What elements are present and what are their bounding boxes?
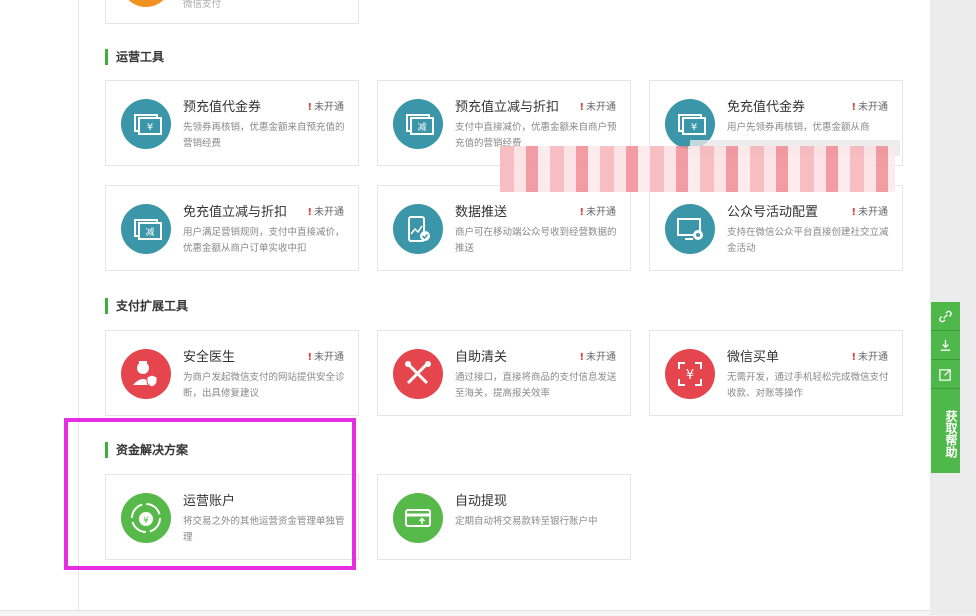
card-wechat-pay-partial[interactable]: 微信支付 — [105, 0, 359, 24]
card-wechat-checkout[interactable]: ¥ 微信买单 ! 未开通 无需开发，通过手机轻松完成微信支付收款、对账等操作 — [649, 330, 903, 416]
card-desc: 无需开发，通过手机轻松完成微信支付收款、对账等操作 — [727, 372, 889, 399]
card-title: 免充值立减与折扣 — [183, 205, 288, 220]
warning-icon: ! — [851, 207, 856, 218]
card-desc: 用户满足营销规则，支付中直接减价，优惠金额从商户订单实收中扣 — [183, 227, 345, 254]
discount-coupon-icon: 减 — [121, 204, 171, 254]
phone-chart-icon — [393, 204, 443, 254]
status-badge: ! 未开通 — [579, 98, 616, 113]
warning-icon: ! — [579, 102, 584, 113]
status-text: 未开通 — [858, 352, 888, 363]
svg-text:¥: ¥ — [686, 368, 694, 383]
tools-icon — [393, 349, 443, 399]
card-title: 安全医生 — [183, 350, 236, 365]
card-title: 预充值立减与折扣 — [455, 100, 560, 115]
card-free-discount[interactable]: 减 免充值立减与折扣 ! 未开通 用户满足营销规则，支付中直接减价，优惠金额从商户… — [105, 185, 359, 271]
card-title: 预充值代金券 — [183, 100, 262, 115]
card-official-account-activity[interactable]: 公众号活动配置 ! 未开通 支持在微信公众平台直接创建社交立减金活动 — [649, 185, 903, 271]
status-badge: ! 未开通 — [851, 98, 888, 113]
card-desc: 用户先领券再核销，优惠金额从商 — [727, 122, 870, 133]
voucher-icon: ¥ — [121, 99, 171, 149]
warning-icon: ! — [579, 207, 584, 218]
scan-yuan-icon: ¥ — [665, 349, 715, 399]
status-text: 未开通 — [858, 207, 888, 218]
status-text: 未开通 — [586, 352, 616, 363]
status-text: 未开通 — [858, 102, 888, 113]
card-partial-text: 微信支付 — [183, 0, 222, 10]
section-title-payment-ext-tools: 支付扩展工具 — [105, 298, 188, 314]
status-badge: ! 未开通 — [307, 203, 344, 218]
highlight-annotation-box — [64, 418, 356, 570]
card-desc: 定期自动将交易款转至银行账户中 — [455, 516, 598, 527]
warning-icon: ! — [851, 102, 856, 113]
doctor-shield-icon — [121, 349, 171, 399]
card-prepaid-voucher[interactable]: ¥ 预充值代金券 ! 未开通 先领券再核销，优惠金额来自预充值的营销经费 — [105, 80, 359, 166]
status-text: 未开通 — [586, 207, 616, 218]
status-text: 未开通 — [586, 102, 616, 113]
card-title: 微信买单 — [727, 350, 780, 365]
svg-text:¥: ¥ — [147, 122, 153, 133]
card-security-doctor[interactable]: 安全医生 ! 未开通 为商户发起微信支付的网站提供安全诊断，出具修复建议 — [105, 330, 359, 416]
warning-icon: ! — [851, 352, 856, 363]
status-text: 未开通 — [314, 352, 344, 363]
status-text: 未开通 — [314, 207, 344, 218]
status-badge: ! 未开通 — [851, 203, 888, 218]
status-badge: ! 未开通 — [579, 348, 616, 363]
card-data-push[interactable]: 数据推送 ! 未开通 商户可在移动端公众号收到经营数据的推送 — [377, 185, 631, 271]
card-desc: 通过接口，直接将商品的支付信息发送至海关，提高报关效率 — [455, 372, 617, 399]
status-badge: ! 未开通 — [851, 348, 888, 363]
status-text: 未开通 — [314, 102, 344, 113]
bank-card-icon — [393, 493, 443, 543]
card-desc: 先领券再核销，优惠金额来自预充值的营销经费 — [183, 122, 345, 149]
svg-text:减: 减 — [145, 226, 154, 238]
card-desc: 商户可在移动端公众号收到经营数据的推送 — [455, 227, 617, 254]
card-title: 自助清关 — [455, 350, 508, 365]
card-desc: 为商户发起微信支付的网站提供安全诊断，出具修复建议 — [183, 372, 345, 399]
get-help-button[interactable]: 获取帮助 — [931, 389, 960, 473]
svg-text:¥: ¥ — [691, 122, 697, 133]
wallet-icon — [121, 0, 171, 7]
status-badge: ! 未开通 — [579, 203, 616, 218]
warning-icon: ! — [307, 207, 312, 218]
status-badge: ! 未开通 — [307, 348, 344, 363]
card-desc: 支持在微信公众平台直接创建社交立减金活动 — [727, 227, 889, 254]
link-icon[interactable] — [931, 302, 960, 331]
edit-icon[interactable] — [931, 360, 960, 389]
card-title: 数据推送 — [455, 205, 508, 220]
redaction-overlay-pixelated — [500, 146, 895, 192]
status-badge: ! 未开通 — [307, 98, 344, 113]
download-icon[interactable] — [931, 331, 960, 360]
warning-icon: ! — [307, 352, 312, 363]
bottom-border — [0, 610, 930, 616]
card-title: 免充值代金券 — [727, 100, 806, 115]
svg-text:减: 减 — [417, 121, 426, 133]
warning-icon: ! — [579, 352, 584, 363]
card-customs-clearance[interactable]: 自助清关 ! 未开通 通过接口，直接将商品的支付信息发送至海关，提高报关效率 — [377, 330, 631, 416]
section-title-ops-tools: 运营工具 — [105, 49, 164, 65]
page: 微信支付 运营工具 ¥ 预充值代金券 ! 未开通 先领券再核销，优惠金额来自预充值… — [0, 0, 976, 616]
discount-coupon-icon: 减 — [393, 99, 443, 149]
monitor-settings-icon — [665, 204, 715, 254]
floating-help-bar: 获取帮助 — [931, 302, 960, 473]
card-auto-withdraw[interactable]: 自动提现 定期自动将交易款转至银行账户中 — [377, 474, 631, 560]
warning-icon: ! — [307, 102, 312, 113]
card-title: 公众号活动配置 — [727, 205, 819, 220]
card-title: 自动提现 — [455, 494, 508, 509]
